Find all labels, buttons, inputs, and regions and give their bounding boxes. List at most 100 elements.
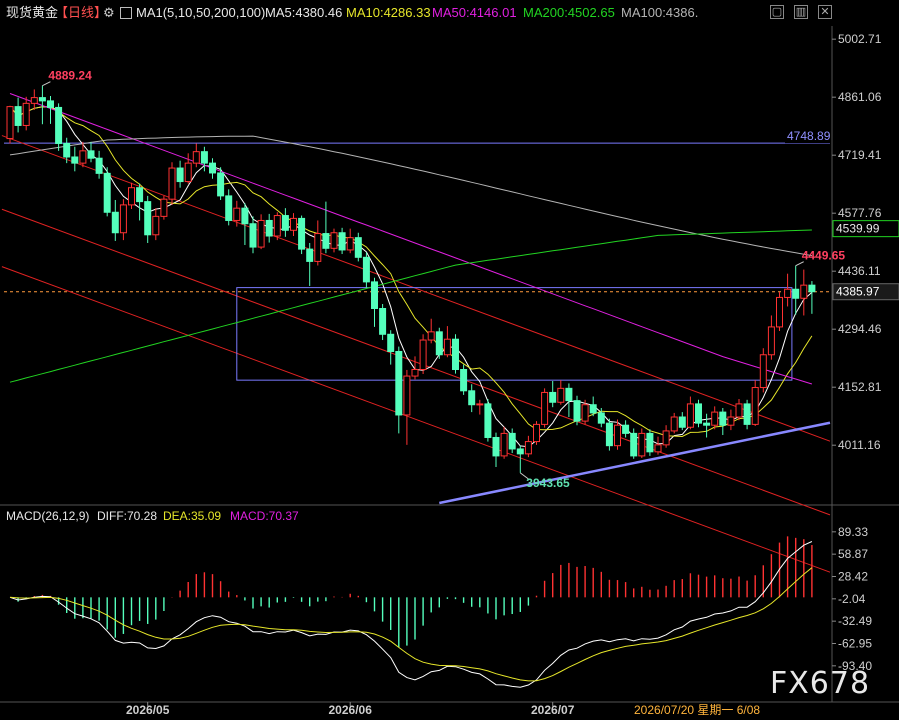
- candle-body: [217, 172, 225, 197]
- candle-body: [395, 350, 403, 416]
- candle-body: [565, 387, 573, 402]
- macd-tick-label: -62.95: [838, 636, 872, 650]
- ma10-line: [9, 106, 813, 438]
- price-tick-label: 4011.16: [838, 438, 881, 452]
- candle-body: [22, 102, 30, 126]
- candle-body: [379, 307, 387, 335]
- candle-body: [387, 333, 395, 352]
- candles[interactable]: [6, 85, 816, 473]
- macd-tick-label: -32.49: [838, 614, 872, 628]
- candle-body: [47, 100, 54, 108]
- candle-body: [403, 375, 411, 416]
- candle-body: [241, 207, 249, 225]
- candle-body: [476, 403, 484, 406]
- candle-body: [38, 97, 46, 102]
- period-label[interactable]: 【日线】: [55, 0, 107, 26]
- candle-body: [95, 157, 103, 174]
- macd-tick-label: -2.04: [838, 592, 866, 606]
- candle-body: [322, 233, 330, 249]
- annotation-label: 4889.24: [48, 69, 92, 83]
- indicator-toggle-icon[interactable]: [120, 7, 132, 19]
- annotation-label: 3943.65: [526, 476, 570, 490]
- candle-body: [524, 441, 532, 455]
- candle-body: [71, 156, 79, 164]
- candle-body: [330, 232, 338, 249]
- candle-body: [743, 403, 751, 425]
- candle-body: [298, 217, 306, 250]
- price-annotations: 4889.24 4449.65 3943.65 4748.89: [42, 69, 845, 490]
- layout-icon[interactable]: ▥: [794, 5, 808, 19]
- candle-body: [727, 416, 735, 426]
- candle-body: [767, 326, 775, 356]
- candle-body: [192, 151, 200, 164]
- candle-body: [686, 403, 694, 428]
- candle-body: [711, 411, 719, 426]
- channel-line: [1, 208, 831, 516]
- candle-body: [306, 248, 314, 262]
- candle-body: [273, 215, 281, 237]
- candle-body: [638, 432, 646, 457]
- price-tick-label: 4577.76: [838, 206, 882, 220]
- candle-body: [128, 187, 135, 206]
- candle-body: [678, 416, 686, 428]
- price-tick-label: 4152.81: [838, 380, 882, 394]
- candle-body: [346, 237, 354, 251]
- candle-body: [200, 151, 208, 164]
- candle-body: [670, 416, 678, 432]
- macd-diff-line: [9, 541, 813, 688]
- candle-body: [516, 448, 524, 455]
- candle-body: [257, 219, 265, 248]
- ma200-tag-label: 4539.99: [836, 222, 880, 236]
- macd-dea-line: [9, 567, 813, 682]
- time-tick-label: 2026/06: [329, 703, 373, 717]
- symbol-name[interactable]: 现货黄金: [6, 0, 58, 26]
- candle-body: [662, 430, 670, 446]
- candle-body: [249, 223, 257, 248]
- macd-value: MACD:70.37: [230, 509, 299, 523]
- ma50-line: [9, 93, 813, 385]
- candle-body: [160, 198, 168, 217]
- candle-body: [695, 403, 702, 424]
- candle-body: [792, 288, 800, 299]
- ma100-value: MA100:4386.: [621, 5, 699, 20]
- candle-body: [646, 432, 654, 453]
- macd-header: MACD(26,12,9) DIFF:70.28 DEA:35.09 MACD:…: [0, 506, 600, 526]
- channel-line: [1, 135, 831, 442]
- candle-body: [443, 338, 451, 356]
- candle-body: [152, 215, 160, 236]
- time-axis: 2026/05 2026/06 2026/07 2026/07/20 星期一 6/08: [126, 702, 770, 718]
- candle-body: [589, 404, 597, 414]
- candle-body: [111, 211, 119, 234]
- price-tick-label: 4861.06: [838, 90, 882, 104]
- candle-body: [500, 432, 508, 457]
- price-tick-label: 5002.71: [838, 32, 882, 46]
- price-tag-label: 4748.89: [787, 129, 831, 143]
- candle-body: [225, 195, 233, 221]
- gear-icon[interactable]: ⚙: [103, 0, 115, 26]
- candle-body: [654, 444, 662, 453]
- candle-body: [484, 403, 492, 438]
- candle-body: [6, 106, 14, 140]
- macd-title[interactable]: MACD(26,12,9): [6, 506, 89, 526]
- candle-body: [776, 296, 783, 328]
- macd-dea: DEA:35.09: [163, 509, 222, 523]
- candle-body: [468, 390, 476, 406]
- moving-averages: [9, 93, 813, 448]
- candle-body: [751, 387, 759, 425]
- candle-body: [281, 215, 289, 231]
- toggle-icon[interactable]: ▢: [770, 5, 784, 19]
- price-tick-label: 4294.46: [838, 322, 882, 336]
- ma200-line: [9, 229, 812, 383]
- cursor-date-label: 2026/07/20 星期一 6/08: [634, 703, 760, 717]
- candle-body: [622, 424, 630, 434]
- candle-body: [136, 187, 144, 203]
- candle-body: [541, 391, 549, 425]
- candle-body: [144, 201, 152, 236]
- macd-tick-label: 58.87: [838, 547, 868, 561]
- candle-body: [800, 284, 808, 299]
- gold-daily-chart[interactable]: 4889.24 4449.65 3943.65 4748.89 5002.71 4861…: [0, 0, 899, 720]
- macd-tick-label: 89.33: [838, 525, 868, 539]
- candle-body: [176, 167, 184, 183]
- close-icon[interactable]: ✕: [818, 5, 832, 19]
- candle-body: [719, 411, 727, 426]
